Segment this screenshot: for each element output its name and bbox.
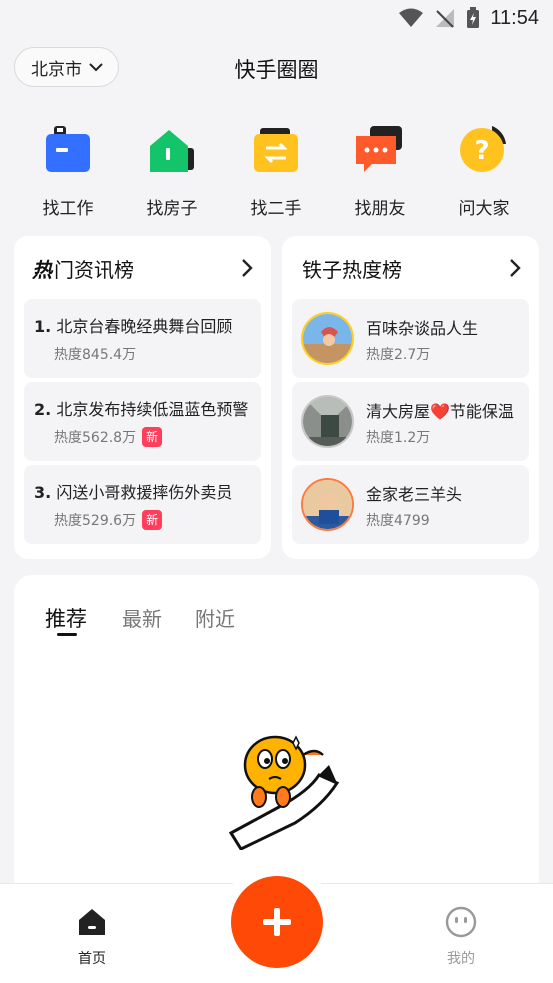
hot-news-title-text: 门资讯榜 (54, 258, 134, 282)
empty-state-mascot-icon (228, 735, 340, 850)
tab-mine-label: 我的 (447, 951, 475, 967)
create-post-button[interactable] (231, 876, 323, 968)
quick-find-friends[interactable]: 找朋友 (335, 120, 425, 219)
fans-heat: 热度1.2万 (366, 430, 431, 446)
quick-find-secondhand[interactable]: 找二手 (231, 120, 321, 219)
fans-heat: 热度2.7万 (366, 347, 431, 363)
fans-rank-item[interactable]: 百味杂谈品人生 热度2.7万 (292, 299, 529, 378)
fans-heat: 热度4799 (366, 513, 430, 529)
question-icon: ? (460, 126, 506, 172)
avatar (301, 312, 354, 365)
status-bar: 11:54 (0, 0, 553, 36)
news-item-title: 1. 北京台春晚经典舞台回顾 (34, 317, 233, 336)
svg-text:?: ? (474, 136, 489, 166)
hot-news-title[interactable]: 热门资讯榜 (32, 254, 134, 283)
quick-find-job[interactable]: 找工作 (23, 120, 113, 219)
news-item-title: 2. 北京发布持续低温蓝色预警 (34, 400, 249, 419)
fans-name: 金家老三羊头 (366, 485, 463, 504)
quick-label: 找二手 (250, 199, 302, 219)
news-item-heat: 热度529.6万新 (54, 510, 163, 530)
new-badge: 新 (142, 510, 163, 530)
quick-label: 找朋友 (354, 199, 406, 219)
chevron-right-icon[interactable] (237, 256, 257, 280)
home-icon (79, 909, 105, 935)
quick-label: 问大家 (458, 199, 510, 219)
house-icon (150, 130, 194, 172)
wifi-icon (399, 8, 424, 27)
tab-indicator (57, 633, 77, 636)
hot-news-title-prefix: 热 (32, 258, 52, 282)
exchange-icon (254, 128, 298, 172)
quick-label: 找房子 (146, 199, 198, 219)
fans-rank-title[interactable]: 铁子热度榜 (302, 254, 402, 283)
tab-home-label: 首页 (78, 951, 106, 967)
no-signal-icon (436, 9, 455, 28)
feed-panel: 推荐 最新 附近 (14, 575, 539, 895)
fans-name: 百味杂谈品人生 (366, 319, 479, 338)
new-badge: 新 (142, 427, 163, 447)
tab-latest[interactable]: 最新 (122, 603, 162, 632)
news-item[interactable]: 3. 闪送小哥救援摔伤外卖员 热度529.6万新 (24, 465, 261, 544)
chevron-right-icon[interactable] (505, 256, 525, 280)
briefcase-icon (46, 126, 90, 172)
quick-label: 找工作 (42, 199, 94, 219)
quick-actions: 找工作 找房子 找二手 找朋友 ? 问大家 (0, 120, 553, 220)
hot-news-card: 热门资讯榜 1. 北京台春晚经典舞台回顾 热度845.4万 2. 北京发布持续低… (14, 236, 271, 559)
news-item-title: 3. 闪送小哥救援摔伤外卖员 (34, 483, 233, 502)
news-item-heat: 热度562.8万新 (54, 427, 163, 447)
tab-mine[interactable]: 我的 (431, 906, 491, 968)
header: 北京市 快手圈圈 (0, 44, 553, 92)
fans-name: 清大房屋❤️节能保温 (366, 402, 514, 421)
news-item[interactable]: 1. 北京台春晚经典舞台回顾 热度845.4万 (24, 299, 261, 378)
news-item[interactable]: 2. 北京发布持续低温蓝色预警 热度562.8万新 (24, 382, 261, 461)
tab-home[interactable]: 首页 (62, 906, 122, 968)
fans-rank-item[interactable]: 金家老三羊头 热度4799 (292, 465, 529, 544)
profile-face-icon (445, 906, 477, 938)
tab-recommend[interactable]: 推荐 (45, 603, 87, 633)
chat-icon (356, 126, 402, 172)
fans-rank-card: 铁子热度榜 百味杂谈品人生 热度2.7万 清大房屋❤️节能保温 热度1.2万 金… (282, 236, 539, 559)
avatar (301, 395, 354, 448)
avatar (301, 478, 354, 531)
quick-find-house[interactable]: 找房子 (127, 120, 217, 219)
clock: 11:54 (490, 6, 539, 29)
page-title: 快手圈圈 (234, 58, 319, 82)
fans-rank-item[interactable]: 清大房屋❤️节能保温 热度1.2万 (292, 382, 529, 461)
tab-nearby[interactable]: 附近 (195, 603, 235, 632)
battery-charging-icon (467, 7, 480, 28)
plus-icon (263, 908, 291, 936)
quick-ask-everyone[interactable]: ? 问大家 (439, 120, 529, 219)
news-item-heat: 热度845.4万 (54, 347, 137, 363)
